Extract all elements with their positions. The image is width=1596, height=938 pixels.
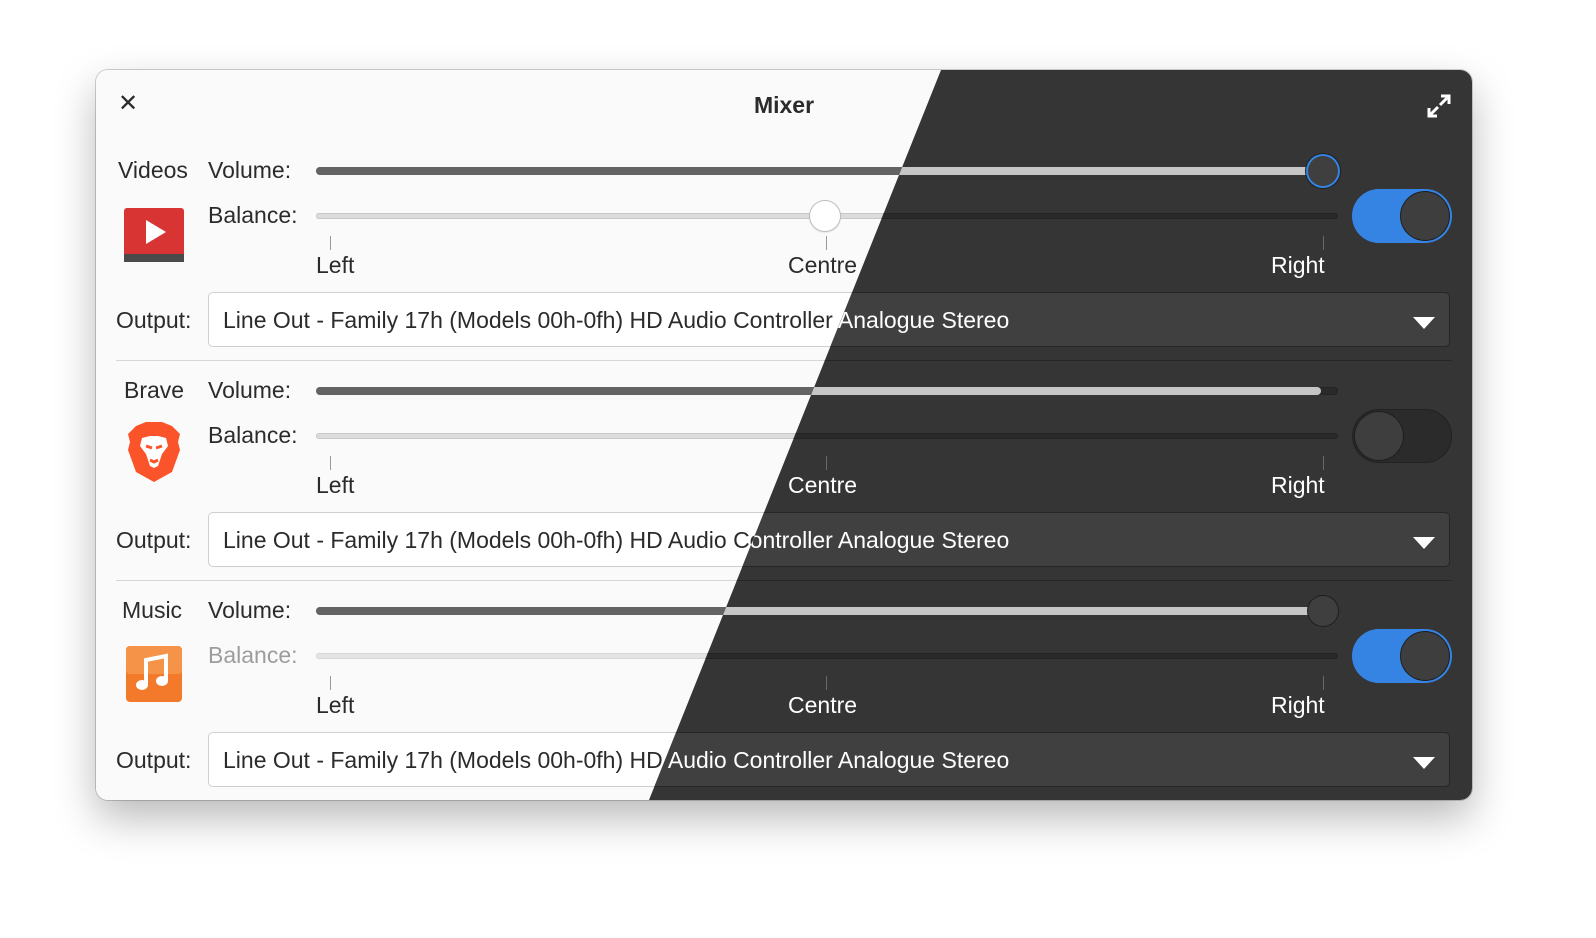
balance-left-label: Left bbox=[316, 252, 355, 278]
chevron-down-icon bbox=[1413, 317, 1435, 329]
balance-right-label: Right bbox=[1271, 472, 1325, 498]
tick-centre bbox=[826, 236, 827, 250]
balance-label: Balance: bbox=[208, 422, 298, 448]
enable-switch-brave[interactable] bbox=[1352, 409, 1452, 463]
tick-right bbox=[1323, 676, 1324, 690]
volume-knob-music[interactable] bbox=[1308, 596, 1338, 626]
balance-left-label: Left bbox=[316, 692, 355, 718]
music-note-icon bbox=[126, 646, 182, 702]
switch-knob bbox=[1401, 192, 1449, 240]
volume-label: Volume: bbox=[208, 377, 292, 403]
balance-centre-label: Centre bbox=[788, 472, 858, 498]
tick-left bbox=[330, 456, 331, 470]
balance-knob-videos[interactable] bbox=[810, 201, 840, 231]
tick-centre bbox=[826, 456, 827, 470]
balance-left-label: Left bbox=[316, 472, 355, 498]
mixer-window: ✕ Mixer Videos Volume: Balance: Left Cen… bbox=[96, 70, 1472, 800]
chevron-down-icon bbox=[1413, 757, 1435, 769]
output-label: Output: bbox=[116, 527, 192, 553]
brave-lion-icon bbox=[128, 422, 180, 482]
volume-knob-videos[interactable] bbox=[1308, 156, 1338, 186]
enable-switch-videos[interactable] bbox=[1352, 189, 1452, 243]
balance-label: Balance: bbox=[208, 202, 298, 228]
chevron-down-icon bbox=[1413, 537, 1435, 549]
switch-knob bbox=[1355, 412, 1403, 460]
balance-right-label: Right bbox=[1271, 692, 1325, 718]
enable-switch-music[interactable] bbox=[1352, 629, 1452, 683]
video-player-icon bbox=[124, 208, 184, 262]
tick-left bbox=[330, 236, 331, 250]
app-name-videos: Videos bbox=[118, 157, 188, 183]
volume-label: Volume: bbox=[208, 597, 292, 623]
volume-label: Volume: bbox=[208, 157, 292, 183]
output-label: Output: bbox=[116, 747, 192, 773]
balance-centre-label: Centre bbox=[788, 692, 858, 718]
balance-right-label: Right bbox=[1271, 252, 1325, 278]
tick-centre bbox=[826, 676, 827, 690]
maximize-icon[interactable] bbox=[1425, 92, 1453, 120]
tick-right bbox=[1323, 456, 1324, 470]
balance-label-disabled: Balance: bbox=[208, 642, 298, 668]
app-name-brave: Brave bbox=[124, 377, 185, 403]
output-label: Output: bbox=[116, 307, 192, 333]
tick-right bbox=[1323, 236, 1324, 250]
app-name-music: Music bbox=[122, 597, 183, 623]
tick-left bbox=[330, 676, 331, 690]
switch-knob bbox=[1401, 632, 1449, 680]
balance-centre-label: Centre bbox=[788, 252, 858, 278]
